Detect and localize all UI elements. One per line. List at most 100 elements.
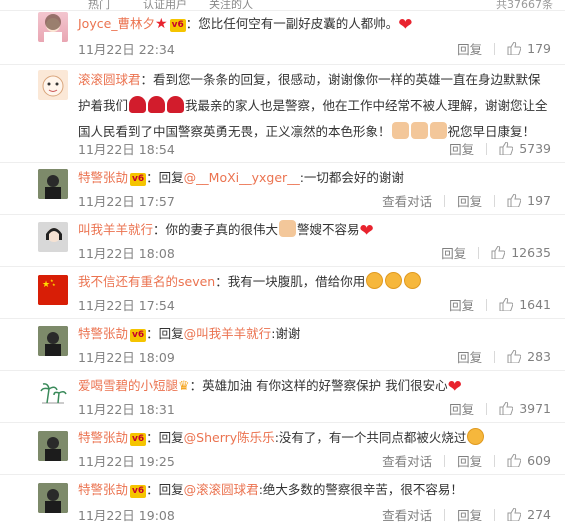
reply-button[interactable]: 回复 xyxy=(457,347,482,366)
like-button[interactable]: 283 xyxy=(507,349,551,364)
avatar[interactable] xyxy=(38,12,68,42)
tab-verified-users[interactable]: 认证用户 xyxy=(143,0,187,10)
like-button[interactable]: 179 xyxy=(507,41,551,56)
tab-following[interactable]: 关注的人 xyxy=(209,0,253,10)
comment-count: 共37667条 xyxy=(496,0,553,11)
avatar[interactable] xyxy=(38,431,68,461)
thumbs-up-emoji-icon xyxy=(429,122,447,139)
comment-item: 爱喝雪碧的小短腿♛：英雄加油 有你这样的好警察保护 我们很安心❤ 11月22日 … xyxy=(0,370,565,423)
avatar[interactable]: ★ ★ ★ xyxy=(38,275,68,305)
username[interactable]: 我不信还有重名的seven xyxy=(78,274,215,289)
comment-time: 11月22日 18:09 xyxy=(78,350,175,365)
comment-text: ：回复 xyxy=(146,430,184,445)
svg-text:★: ★ xyxy=(52,282,56,287)
like-button[interactable]: 12635 xyxy=(491,245,551,260)
reply-button[interactable]: 回复 xyxy=(457,451,482,470)
comment-time: 11月22日 17:54 xyxy=(78,298,175,313)
like-count: 1641 xyxy=(519,297,551,312)
username[interactable]: 叫我羊羊就行 xyxy=(78,222,153,237)
comment-item: 特警张劼 v6 ：回复@滚滚圆球君:绝大多数的警察很辛苦，很不容易！ 11月22日 … xyxy=(0,474,565,527)
mention-link[interactable]: @叫我羊羊就行 xyxy=(184,326,272,341)
like-button[interactable]: 3971 xyxy=(499,401,551,416)
comment-filter-bar: 热门 认证用户 关注的人 共37667条 xyxy=(0,0,565,11)
thumbs-up-icon xyxy=(507,194,522,207)
divider xyxy=(494,454,496,467)
thumbs-up-icon xyxy=(507,42,522,55)
comment-text: :绝大多数的警察很辛苦，很不容易！ xyxy=(258,482,463,497)
reply-button[interactable]: 回复 xyxy=(457,191,482,210)
like-button[interactable]: 5739 xyxy=(499,141,551,156)
username[interactable]: 爱喝雪碧的小短腿 xyxy=(78,378,178,393)
like-button[interactable]: 609 xyxy=(507,453,551,468)
username[interactable]: 特警张劼 xyxy=(78,430,128,445)
comment-item: 叫我羊羊就行：你的妻子真的很伟大 警嫂不容易❤ 11月22日 18:08 回复 1… xyxy=(0,214,565,267)
username[interactable]: 滚滚圆球君 xyxy=(78,72,141,87)
comment-item: ★ ★ ★ 我不信还有重名的seven：我有一块腹肌，借给你用 11月22日 17:… xyxy=(0,266,565,319)
mention-link[interactable]: @滚滚圆球君 xyxy=(184,482,259,497)
avatar[interactable] xyxy=(38,222,68,252)
tab-hot[interactable]: 热门 xyxy=(88,0,110,10)
comment-text: ：您比任何空有一副好皮囊的人都帅。 xyxy=(185,16,399,31)
reply-button[interactable]: 回复 xyxy=(441,243,466,262)
comment-meta: 11月22日 22:34 回复 179 xyxy=(78,39,551,59)
comment-text: :一切都会好的谢谢 xyxy=(299,170,404,185)
thumbs-up-icon xyxy=(507,454,522,467)
username[interactable]: 特警张劼 xyxy=(78,326,128,341)
comment-body: 特警张劼 v6 ：回复@__MoXi__yxger__:一切都会好的谢谢 xyxy=(78,165,551,191)
avatar[interactable] xyxy=(38,169,68,199)
view-conversation-button[interactable]: 查看对话 xyxy=(382,191,432,210)
reply-button[interactable]: 回复 xyxy=(457,39,482,58)
avatar[interactable] xyxy=(38,483,68,513)
rose-emoji-icon xyxy=(167,96,185,113)
comment-time: 11月22日 18:54 xyxy=(78,142,175,157)
like-count: 3971 xyxy=(519,401,551,416)
comment-text: ：你的妻子真的很伟大 xyxy=(153,222,279,237)
avatar[interactable] xyxy=(38,70,68,100)
comment-time: 11月22日 18:31 xyxy=(78,402,175,417)
comment-time: 11月22日 19:08 xyxy=(78,508,175,523)
comment-meta: 11月22日 18:09 回复 283 xyxy=(78,347,551,367)
username[interactable]: 特警张劼 xyxy=(78,482,128,497)
like-button[interactable]: 274 xyxy=(507,507,551,522)
vip-badge: v6 xyxy=(130,433,147,446)
username[interactable]: 特警张劼 xyxy=(78,170,128,185)
heart-emoji-icon: ❤ xyxy=(447,377,462,397)
comment-text: 祝您早日康复！ xyxy=(447,124,536,139)
crown-badge-icon: ♛ xyxy=(178,379,190,394)
comment-meta: 11月22日 18:54 回复 5739 xyxy=(78,139,551,159)
comment-time: 11月22日 22:34 xyxy=(78,42,175,57)
comment-body: 滚滚圆球君：看到您一条条的回复，很感动，谢谢像你一样的英雄一直在身边默默保护着我… xyxy=(78,67,551,145)
thumbs-up-icon xyxy=(507,350,522,363)
divider xyxy=(494,194,496,207)
like-button[interactable]: 197 xyxy=(507,193,551,208)
reply-button[interactable]: 回复 xyxy=(449,399,474,418)
divider xyxy=(444,194,446,207)
reply-button[interactable]: 回复 xyxy=(449,295,474,314)
comment-body: 叫我羊羊就行：你的妻子真的很伟大 警嫂不容易❤ xyxy=(78,217,551,244)
comment-body: 特警张劼 v6 ：回复@滚滚圆球君:绝大多数的警察很辛苦，很不容易！ xyxy=(78,477,551,503)
divider xyxy=(478,246,480,259)
hug-emoji-icon xyxy=(366,272,384,289)
vip-badge: v6 xyxy=(169,19,186,32)
username[interactable]: Joyce_曹林夕 xyxy=(78,16,155,31)
comment-meta: 11月22日 18:08 回复 12635 xyxy=(78,243,551,263)
like-count: 179 xyxy=(527,41,551,56)
reply-button[interactable]: 回复 xyxy=(449,139,474,158)
thumbs-up-icon xyxy=(507,508,522,521)
comment-text: :没有了，有一个共同点都被火烧过 xyxy=(274,430,467,445)
mention-link[interactable]: @__MoXi__yxger__ xyxy=(184,170,300,185)
mention-link[interactable]: @Sherry陈乐乐 xyxy=(184,430,275,445)
comment-body: 特警张劼 v6 ：回复@叫我羊羊就行:谢谢 xyxy=(78,321,551,347)
view-conversation-button[interactable]: 查看对话 xyxy=(382,451,432,470)
like-button[interactable]: 1641 xyxy=(499,297,551,312)
like-count: 274 xyxy=(527,507,551,522)
hug-emoji-icon xyxy=(385,272,403,289)
divider xyxy=(494,350,496,363)
reply-button[interactable]: 回复 xyxy=(457,505,482,524)
view-conversation-button[interactable]: 查看对话 xyxy=(382,505,432,524)
thumbs-up-emoji-icon xyxy=(410,122,428,139)
avatar[interactable] xyxy=(38,379,68,409)
vip-badge: v6 xyxy=(130,173,147,186)
hug-emoji-icon xyxy=(404,272,422,289)
avatar[interactable] xyxy=(38,326,68,356)
